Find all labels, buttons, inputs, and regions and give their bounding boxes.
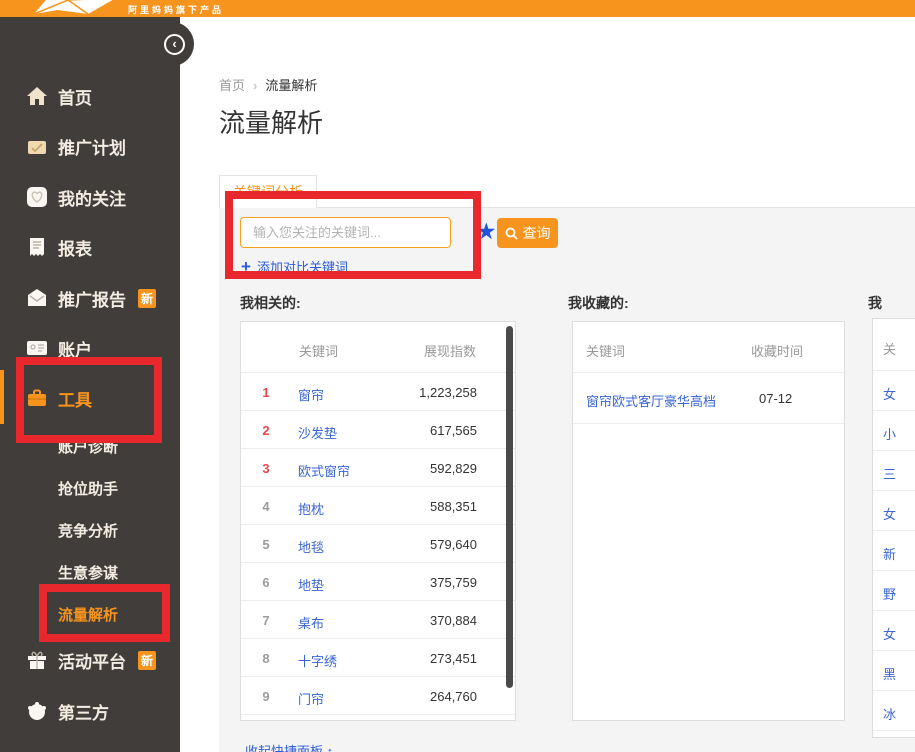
sidebar-item-activity-platform[interactable]: 活动平台 新 xyxy=(0,647,180,673)
table-row: 4 抱枕 588,351 xyxy=(241,487,515,525)
keyword-search-input[interactable] xyxy=(240,217,451,248)
keyword-link[interactable]: 窗帘 xyxy=(298,385,324,404)
table-row: 女 xyxy=(873,371,915,411)
top-brand-bar: 阿里妈妈旗下产品 xyxy=(0,0,915,17)
keyword-link[interactable]: 三 xyxy=(883,464,896,483)
tab-keyword-analysis[interactable]: 关键词分析 xyxy=(219,175,317,208)
keyword-link[interactable]: 门帘 xyxy=(298,689,324,708)
keyword-link[interactable]: 小 xyxy=(883,424,896,443)
envelope-icon xyxy=(26,287,48,309)
sidebar-item-traffic-analysis[interactable]: 流量解析 xyxy=(0,601,180,627)
table-row: 野 xyxy=(873,571,915,611)
related-keywords-table: 关键词 展现指数 1 窗帘 1,223,258 2 沙发垫 617,565 3 … xyxy=(240,321,516,721)
sidebar-item-home[interactable]: 首页 xyxy=(0,83,180,109)
table-row: 三 xyxy=(873,451,915,491)
table-row: 窗帘欧式客厅豪华高档 07-12 xyxy=(573,373,844,424)
keyword-link[interactable]: 冰 xyxy=(883,704,896,723)
keyword-link[interactable]: 新 xyxy=(883,544,896,563)
sidebar-item-third-party[interactable]: 第三方 xyxy=(0,698,180,724)
related-section-label: 我相关的: xyxy=(240,293,301,313)
sidebar-item-reports[interactable]: 报表 xyxy=(0,234,180,260)
report-document-icon xyxy=(26,236,48,258)
query-button[interactable]: 查询 xyxy=(497,218,558,248)
brand-tagline: 阿里妈妈旗下产品 xyxy=(128,3,224,16)
table-row: 3 欧式窗帘 592,829 xyxy=(241,449,515,487)
breadcrumb-current: 流量解析 xyxy=(265,78,317,93)
page-title: 流量解析 xyxy=(219,103,323,140)
keyword-link[interactable]: 沙发垫 xyxy=(298,423,337,442)
table-header-row: 关键词 收藏时间 xyxy=(573,322,844,373)
keyword-link[interactable]: 女 xyxy=(883,384,896,403)
robot-icon xyxy=(26,700,48,722)
favorites-table: 关键词 收藏时间 窗帘欧式客厅豪华高档 07-12 xyxy=(572,321,845,721)
new-badge: 新 xyxy=(138,289,156,308)
campaign-bag-icon xyxy=(26,135,48,157)
keyword-link[interactable]: 女 xyxy=(883,504,896,523)
sidebar-item-rank-assistant[interactable]: 抢位助手 xyxy=(0,475,180,501)
breadcrumb: 首页 › 流量解析 xyxy=(219,75,317,94)
col-keyword: 关键词 xyxy=(299,341,338,360)
search-icon xyxy=(505,227,518,240)
keyword-link[interactable]: 桌布 xyxy=(298,613,324,632)
sidebar-item-campaigns[interactable]: 推广计划 xyxy=(0,133,180,159)
plus-icon: + xyxy=(241,260,251,274)
col-keyword: 关键词 xyxy=(586,341,625,360)
table-row: 冰 xyxy=(873,691,915,731)
third-keywords-table: 关 女 小 三 女 新 野 女 黑 冰 xyxy=(872,318,915,738)
keyword-link[interactable]: 欧式窗帘 xyxy=(298,461,350,480)
keyword-link[interactable]: 野 xyxy=(883,584,896,603)
heart-icon xyxy=(26,186,48,208)
favorites-section-label: 我收藏的: xyxy=(568,293,629,313)
table-row: 6 地垫 375,759 xyxy=(241,563,515,601)
new-badge: 新 xyxy=(138,651,156,670)
table-header-row: 关 xyxy=(873,319,915,371)
id-card-icon xyxy=(26,337,48,359)
table-row: 小 xyxy=(873,411,915,451)
favorite-star-icon[interactable]: ★ xyxy=(476,218,497,245)
sidebar-collapse-button[interactable]: ‹ xyxy=(164,34,185,55)
keyword-link[interactable]: 女 xyxy=(883,624,896,643)
keyword-link[interactable]: 地毯 xyxy=(298,537,324,556)
keyword-link[interactable]: 黑 xyxy=(883,664,896,683)
alimama-logo-icon xyxy=(28,0,120,16)
sidebar-item-my-follows[interactable]: 我的关注 xyxy=(0,184,180,210)
sidebar-item-competition-analysis[interactable]: 竞争分析 xyxy=(0,517,180,543)
sidebar-item-account-diagnosis[interactable]: 账户诊断 xyxy=(0,433,180,459)
third-section-label: 我 xyxy=(868,293,882,313)
sidebar-item-account[interactable]: 账户 xyxy=(0,335,180,361)
sidebar-item-tools[interactable]: 工具 xyxy=(0,385,180,411)
breadcrumb-separator: › xyxy=(253,78,257,93)
table-row: 8 十字绣 273,451 xyxy=(241,639,515,677)
table-row: 2 沙发垫 617,565 xyxy=(241,411,515,449)
toolbox-icon xyxy=(26,387,48,409)
gift-icon xyxy=(26,649,48,671)
table-row: 1 窗帘 1,223,258 xyxy=(241,373,515,411)
keyword-link[interactable]: 十字绣 xyxy=(298,651,337,670)
table-row: 女 xyxy=(873,611,915,651)
table-row: 9 门帘 264,760 xyxy=(241,677,515,715)
col-impression-index: 展现指数 xyxy=(424,341,476,360)
table-scrollbar[interactable] xyxy=(506,326,513,688)
table-row: 5 地毯 579,640 xyxy=(241,525,515,563)
collapse-quick-panel-link[interactable]: 收起快捷面板 ↑ xyxy=(245,741,333,752)
home-icon xyxy=(26,85,48,107)
keyword-link[interactable]: 窗帘欧式客厅豪华高档 xyxy=(586,391,716,410)
keyword-link[interactable]: 抱枕 xyxy=(298,499,324,518)
sidebar-item-promo-report[interactable]: 推广报告 新 xyxy=(0,285,180,311)
col-keyword-partial: 关 xyxy=(883,339,896,358)
breadcrumb-home[interactable]: 首页 xyxy=(219,78,245,93)
add-compare-keyword-link[interactable]: + 添加对比关键词 xyxy=(241,257,348,276)
table-row: 女 xyxy=(873,491,915,531)
table-row: 黑 xyxy=(873,651,915,691)
col-favorited-at: 收藏时间 xyxy=(751,341,803,360)
sidebar-item-business-advisor[interactable]: 生意参谋 xyxy=(0,559,180,585)
table-header-row: 关键词 展现指数 xyxy=(241,322,515,373)
table-row: 7 桌布 370,884 xyxy=(241,601,515,639)
table-row: 新 xyxy=(873,531,915,571)
keyword-link[interactable]: 地垫 xyxy=(298,575,324,594)
